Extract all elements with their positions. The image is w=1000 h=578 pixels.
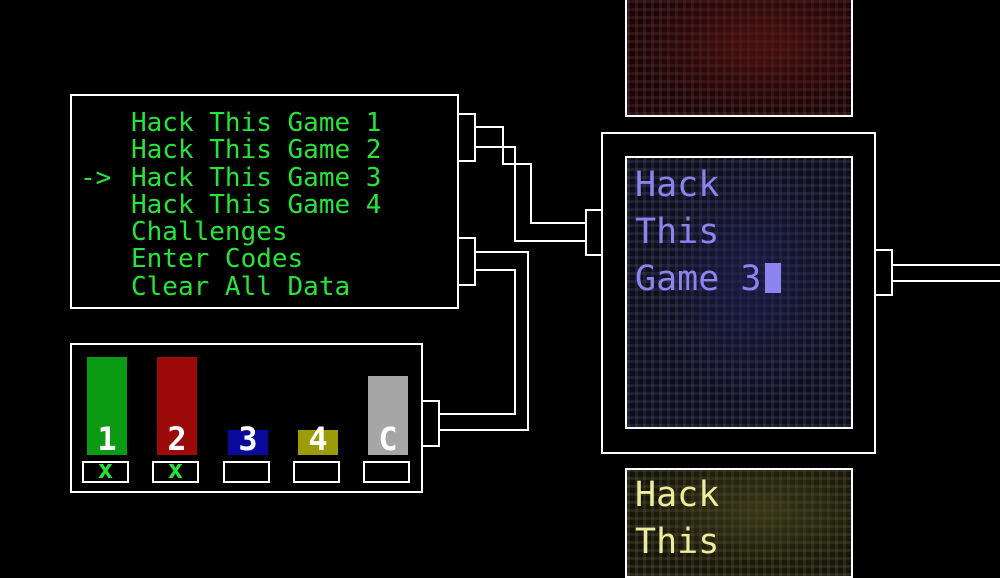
progress-bar-fill: 1 — [87, 357, 127, 458]
progress-bar-2: 2 — [157, 345, 197, 458]
completion-box-4 — [293, 461, 340, 483]
progress-bar-fill: 4 — [298, 420, 338, 458]
completed-x-icon: x — [167, 455, 184, 485]
progress-bar-3: 3 — [228, 345, 268, 458]
preview-screen-selected[interactable]: Hack This Game 3 — [625, 156, 853, 429]
progress-bar-fill: 3 — [228, 420, 268, 458]
progress-bar-fill: 2 — [157, 357, 197, 458]
progress-bar-label: C — [378, 420, 398, 458]
progress-bar-label: 2 — [167, 420, 187, 458]
menu-cursor-arrow: -> — [80, 162, 112, 193]
progress-bar-4: 4 — [298, 345, 338, 458]
menu-item-6[interactable]: Enter Codes — [80, 246, 381, 273]
menu-item-label: Enter Codes — [131, 244, 304, 275]
menu-item-7[interactable]: Clear All Data — [80, 271, 381, 302]
preview-next-title: Hack This — [635, 475, 720, 562]
completion-box-2: x — [152, 455, 199, 485]
progress-bar-fill: C — [368, 376, 408, 458]
menu-item-label: Hack This Game 1 — [131, 108, 382, 138]
completion-box-c — [363, 461, 410, 483]
menu-item-label: Hack This Game 4 — [131, 189, 382, 220]
progress-port — [421, 400, 440, 447]
menu-item-3[interactable]: -> Hack This Game 3 — [80, 162, 382, 193]
menu-port-top — [457, 113, 476, 162]
menu-item-1[interactable]: Hack This Game 1 — [80, 108, 382, 138]
menu-item-label: Hack This Game 2 — [131, 135, 382, 166]
completed-x-icon: x — [97, 455, 114, 485]
screen-port-right — [874, 249, 893, 296]
menu-item-label: Challenges — [131, 217, 288, 248]
progress-bar-label: 1 — [97, 420, 117, 458]
progress-bar-label: 3 — [238, 420, 258, 458]
menu-item-4[interactable]: Hack This Game 4 — [80, 189, 382, 220]
menu-list: Hack This Game 1 Hack This Game 2 -> Hack T… — [80, 108, 382, 302]
preview-title-text: Hack This Game 3 — [635, 165, 762, 299]
progress-bar-label: 4 — [308, 420, 328, 458]
progress-bar-1: 1 — [87, 345, 127, 458]
progress-panel: 1x2x34C — [70, 343, 423, 493]
completion-box-1: x — [82, 455, 129, 485]
text-cursor — [765, 263, 782, 293]
menu-item-label: Clear All Data — [131, 271, 351, 302]
menu-item-5[interactable]: Challenges — [80, 219, 381, 246]
main-menu: Hack This Game 1 Hack This Game 2 -> Hack T… — [70, 94, 459, 309]
preview-title: Hack This Game 3 — [635, 162, 782, 303]
completion-box-3 — [223, 461, 270, 483]
progress-bar-c: C — [368, 345, 408, 458]
menu-port-bottom — [457, 237, 476, 286]
menu-item-2[interactable]: Hack This Game 2 — [80, 137, 381, 164]
menu-item-label: Hack This Game 3 — [131, 162, 382, 193]
preview-screen-previous[interactable] — [625, 0, 853, 117]
